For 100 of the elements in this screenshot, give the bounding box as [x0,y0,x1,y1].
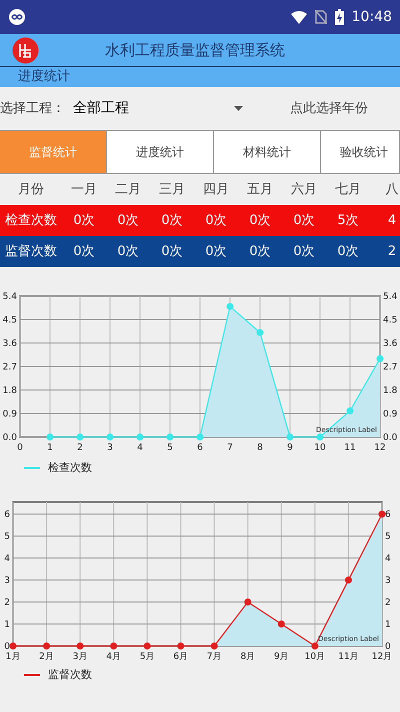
table-cell-text: 0次 [336,242,360,261]
y-tick-label: 1 [4,620,10,630]
y-tick-label: 3 [4,576,10,586]
table-cell-text: 0次 [116,242,140,261]
x-tick-label: 5月 [140,652,155,662]
y-tick-label: 0.0 [383,433,398,443]
column-header: 五月 [246,180,274,199]
data-point [256,329,264,336]
y-tick-label: 3.6 [2,339,17,349]
table-cell-text: 0次 [116,212,140,230]
column-header: 二月 [114,180,142,199]
column-header: 六月 [290,180,318,199]
column-header: 月份 [17,180,45,199]
y-tick-label: 4.5 [383,316,398,326]
x-tick-label: 3 [107,443,113,453]
legend-label: 监督次数 [48,666,92,682]
table-cell-text: 0次 [248,242,272,261]
data-point [210,642,218,649]
table-cell-text: 2 [386,242,398,261]
y-tick-label: 0 [4,642,10,652]
y-tick-label: 1.8 [2,386,17,396]
tab[interactable]: 材料统计 [214,131,321,173]
legend-swatch [24,674,40,676]
y-tick-label: 2 [385,598,391,608]
data-point [244,598,252,606]
column-header: 三月 [158,180,186,199]
table-cell-text: 0次 [160,212,184,230]
x-tick-label: 12 [374,443,386,453]
x-tick-label: 4 [137,443,143,453]
data-point [76,642,84,649]
logo-icon [12,36,39,64]
data-point [286,434,294,440]
no-sim-icon [314,10,327,24]
table-cell-text: 0次 [292,242,316,261]
table-cell-text: 0次 [160,242,184,261]
x-tick-label: 2 [77,443,83,453]
x-tick-label: 9 [287,443,293,453]
x-tick-label: 8月 [240,652,256,662]
y-tick-label: 0 [385,642,391,652]
year-picker-button[interactable]: 点此选择年份 [290,98,368,118]
y-tick-label: 4 [4,554,10,564]
x-tick-label: 6月 [173,652,188,662]
table-cell-text: 0次 [204,212,228,230]
y-tick-label: 5.4 [2,292,17,302]
project-label: 选择工程： [0,100,65,118]
x-tick-label: 6 [197,443,203,453]
y-tick-label: 2.7 [383,362,398,372]
data-point [46,434,54,440]
x-tick-label: 11 [344,443,356,453]
y-tick-label: 0.9 [383,410,398,420]
page-subtitle: 进度统计 [18,68,70,86]
tab[interactable]: 验收统计 [321,131,400,173]
data-point [196,434,204,440]
x-tick-label: 11月 [338,652,359,662]
data-point [10,642,16,649]
data-point [226,302,234,310]
x-tick-label: 0 [17,443,23,453]
x-tick-label: 10月 [304,652,326,662]
project-dropdown[interactable]: 全部工程 [73,98,243,119]
battery-charging-icon [334,9,344,25]
legend-swatch [24,467,40,470]
app-notification-icon [8,8,26,26]
x-tick-label: 1月 [6,652,20,662]
app-title: 水利工程质量监督管理系统 [105,40,285,61]
data-point [177,642,184,649]
column-header: 一月 [70,180,98,199]
table-cell-text: 检查次数 [4,212,58,230]
x-tick-label: 10 [314,443,326,453]
data-point [344,576,352,584]
y-tick-label: 2 [4,598,10,608]
data-point [110,642,118,649]
x-tick-label: 2月 [39,652,54,662]
wifi-icon [290,10,307,24]
y-tick-label: 6 [385,510,391,520]
x-tick-label: 4月 [106,652,121,662]
y-tick-label: 6 [4,510,10,520]
table-cell-text: 0次 [292,212,316,230]
tab[interactable]: 进度统计 [107,131,214,173]
table-cell-text: 0次 [72,212,96,230]
legend-label: 检查次数 [48,460,92,476]
x-tick-label: 7 [227,443,233,453]
data-point [346,407,354,414]
data-point [166,434,174,440]
y-tick-label: 5 [385,532,391,542]
data-point [278,620,285,628]
column-header: 七月 [334,180,362,199]
table-cell-text: 0次 [204,242,228,261]
x-tick-label: 8 [257,443,263,453]
data-point [311,642,318,649]
x-tick-label: 5 [167,443,173,453]
x-tick-label: 12月 [372,652,392,662]
y-tick-label: 1 [385,620,391,630]
table-cell-text: 监督次数 [4,242,58,261]
data-point [76,434,84,440]
data-point [376,355,384,362]
caret-icon [234,106,243,111]
y-tick-label: 5.4 [383,292,398,302]
data-point [106,434,114,440]
y-tick-label: 4 [385,554,391,564]
y-tick-label: 0.9 [2,410,17,420]
